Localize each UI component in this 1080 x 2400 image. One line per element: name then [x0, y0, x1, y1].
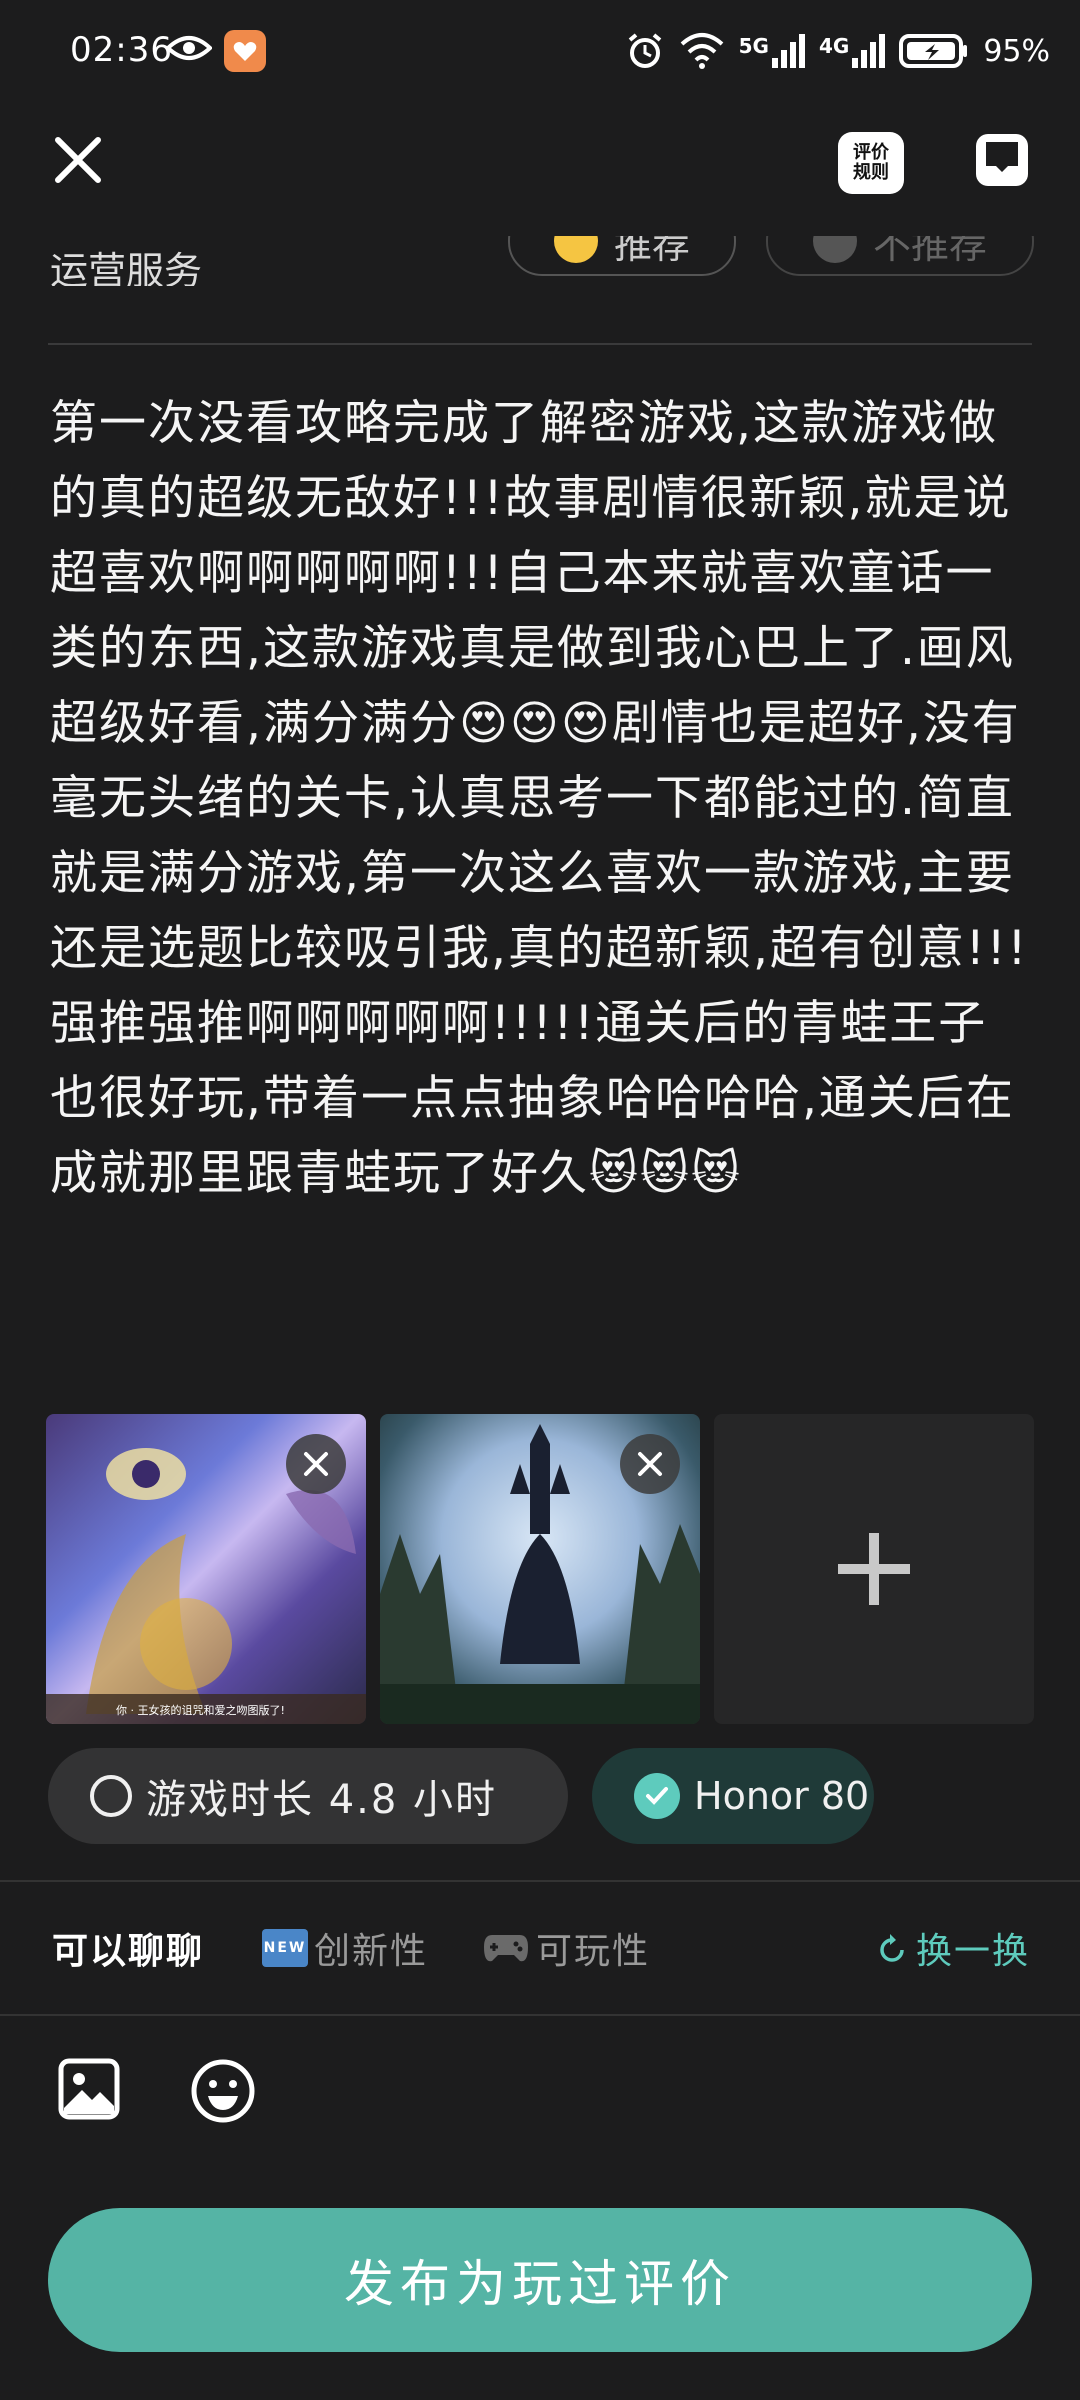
rating-rules-icon: 评价 规则	[853, 142, 889, 183]
topic-playability[interactable]: 可玩性	[482, 1922, 650, 1974]
network-5g-label: 5G	[738, 34, 769, 58]
network-4g-label: 4G	[818, 34, 850, 58]
rating-category-row: 运营服务 推荐 不推荐	[0, 236, 1080, 286]
rating-rules-button[interactable]: 评价 规则	[838, 132, 904, 194]
message-icon[interactable]	[974, 132, 1030, 188]
not-recommend-chip[interactable]: 不推荐	[766, 236, 1034, 276]
publish-review-button[interactable]: 发布为玩过评价	[48, 2208, 1032, 2352]
review-text-area[interactable]: 第一次没看攻略完成了解密游戏,这款游戏做的真的超级无敌好!!!故事剧情很新颖,就…	[50, 386, 1030, 1211]
topic-title: 可以聊聊	[52, 1931, 205, 1972]
battery-icon	[899, 34, 968, 68]
refresh-topics-button[interactable]: 换一换	[878, 1922, 1030, 1974]
publish-label: 发布为玩过评价	[344, 2255, 736, 2313]
wifi-icon	[680, 33, 723, 69]
divider	[0, 2014, 1080, 2016]
new-badge-icon: NEW	[262, 1929, 308, 1967]
not-recommend-label: 不推荐	[872, 236, 987, 267]
topic-playability-label: 可玩性	[536, 1931, 651, 1972]
smile-face-icon	[553, 236, 598, 263]
remove-photo-button[interactable]	[620, 1434, 680, 1494]
gamepad-icon	[484, 1935, 528, 1962]
close-icon[interactable]	[50, 132, 106, 188]
refresh-icon	[880, 1934, 904, 1962]
recommend-label: 推荐	[613, 236, 690, 267]
signal-4g: 4G	[818, 34, 886, 68]
emoji-icon[interactable]	[190, 2058, 256, 2124]
device-chip[interactable]: Honor 80	[592, 1748, 874, 1844]
topic-innovation-label: 创新性	[314, 1931, 429, 1972]
play-time-chip[interactable]: 游戏时长 4.8 小时	[48, 1748, 568, 1844]
signal-5g: 5G	[739, 34, 805, 68]
device-label: Honor 80	[694, 1774, 870, 1818]
status-time: 02:36	[70, 30, 173, 70]
topic-suggestions: 可以聊聊 NEW 创新性 可玩性 换一换	[0, 1882, 1080, 2014]
remove-photo-button[interactable]	[286, 1434, 346, 1494]
add-photo-button[interactable]	[714, 1414, 1034, 1724]
status-icons: 5G 4G 95%	[625, 26, 1050, 76]
eye-icon	[166, 36, 212, 60]
screenshot-caption: 你 · 王女孩的诅咒和爱之吻图版了!	[116, 1703, 285, 1717]
battery-percent: 95%	[983, 33, 1050, 69]
attached-photo-1[interactable]: 你 · 王女孩的诅咒和爱之吻图版了!	[46, 1414, 366, 1724]
close-icon	[638, 1452, 662, 1476]
plus-icon	[838, 1533, 910, 1605]
divider	[48, 343, 1032, 345]
status-bar: 02:36 5G 4G 95%	[0, 0, 1080, 110]
rating-category-label: 运营服务	[50, 249, 203, 286]
attached-photo-2[interactable]	[380, 1414, 700, 1724]
app-notification-icon	[224, 30, 266, 72]
radio-unchecked-icon	[90, 1775, 132, 1817]
topic-innovation[interactable]: NEW 创新性	[262, 1922, 428, 1974]
photo-attachments: 你 · 王女孩的诅咒和爱之吻图版了!	[46, 1414, 1034, 1724]
sad-face-icon	[812, 236, 857, 263]
recommend-chip[interactable]: 推荐	[508, 236, 736, 276]
check-icon	[634, 1773, 680, 1819]
refresh-label: 换一换	[915, 1931, 1030, 1972]
review-editor-page: 02:36 5G 4G 95% 评价 规则 运营服务 推荐 不推荐 第一次没看攻…	[0, 0, 1080, 2400]
alarm-icon	[628, 33, 661, 68]
close-icon	[304, 1452, 328, 1476]
image-icon[interactable]	[58, 2058, 120, 2120]
play-time-label: 游戏时长 4.8 小时	[146, 1777, 498, 1823]
